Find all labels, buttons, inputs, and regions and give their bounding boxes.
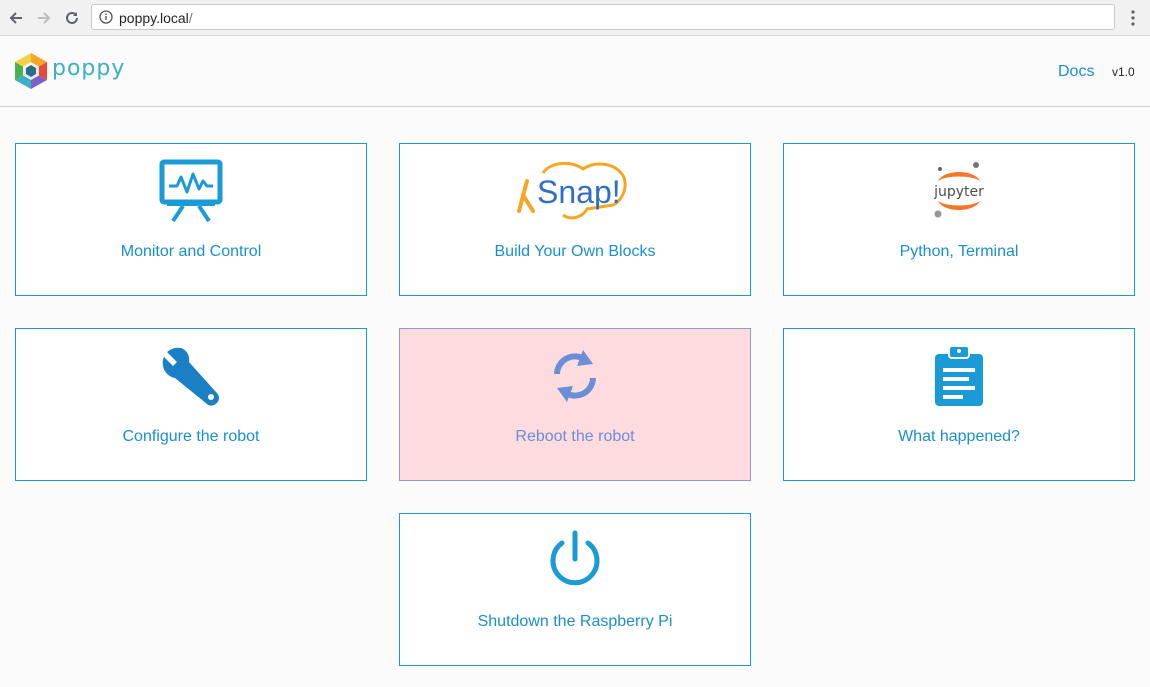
snap-logo-wrap: Snap! (513, 158, 637, 224)
clipboard-icon-wrap (927, 343, 991, 409)
reboot-the-robot-card[interactable]: Reboot the robot (399, 328, 751, 481)
reload-icon (66, 11, 78, 24)
refresh-icon-wrap (543, 343, 607, 409)
card-label: Reboot the robot (515, 428, 635, 445)
address-bar[interactable]: poppy.local/ (91, 4, 1115, 30)
refresh-icon (554, 350, 596, 402)
poppy-logo-icon[interactable] (14, 52, 48, 90)
card-label: Shutdown the Raspberry Pi (477, 613, 673, 630)
power-icon (550, 530, 600, 586)
jupyter-logo-text: jupyter (933, 184, 984, 200)
card-label: Python, Terminal (899, 243, 1019, 260)
monitor-chart-icon-wrap (159, 158, 223, 224)
url-path: / (188, 10, 193, 26)
card-label: Build Your Own Blocks (494, 243, 656, 260)
snap-logo-icon: Snap! (517, 162, 627, 220)
back-button[interactable] (5, 7, 27, 29)
configure-the-robot-card[interactable]: Configure the robot (15, 328, 367, 481)
forward-button[interactable] (33, 7, 55, 29)
kebab-menu-icon[interactable] (1128, 9, 1138, 27)
card-label: What happened? (898, 428, 1020, 445)
what-happened-card[interactable]: What happened? (783, 328, 1135, 481)
jupyter-logo-icon: jupyter (933, 162, 984, 218)
snap-logo-text: Snap! (537, 174, 621, 210)
docs-link[interactable]: Docs (1058, 62, 1094, 82)
card-label: Monitor and Control (120, 243, 262, 260)
card-label: Configure the robot (122, 428, 260, 445)
url-host: poppy.local (119, 10, 189, 26)
monitor-and-control-card[interactable]: Monitor and Control (15, 143, 367, 296)
url-text: poppy.local/ (119, 10, 193, 26)
clipboard-icon (935, 345, 983, 406)
power-icon-wrap (543, 528, 607, 594)
wrench-icon-wrap (159, 343, 223, 409)
browser-toolbar: poppy.local/ (0, 0, 1150, 36)
reload-button[interactable] (61, 7, 83, 29)
jupyter-logo-wrap: jupyter (924, 158, 994, 224)
info-icon[interactable] (99, 10, 113, 24)
version-label: v1.0 (1112, 65, 1135, 79)
build-your-own-blocks-card[interactable]: Snap! Build Your Own Blocks (399, 143, 751, 296)
app-header (0, 36, 1150, 107)
forward-arrow-icon (38, 12, 51, 24)
brand-name[interactable]: poppy (52, 56, 125, 82)
python-terminal-card[interactable]: jupyter Python, Terminal (783, 143, 1135, 296)
monitor-chart-icon (159, 159, 223, 223)
wrench-icon (162, 347, 219, 406)
shutdown-raspberry-pi-card[interactable]: Shutdown the Raspberry Pi (399, 513, 751, 666)
back-arrow-icon (9, 12, 22, 24)
